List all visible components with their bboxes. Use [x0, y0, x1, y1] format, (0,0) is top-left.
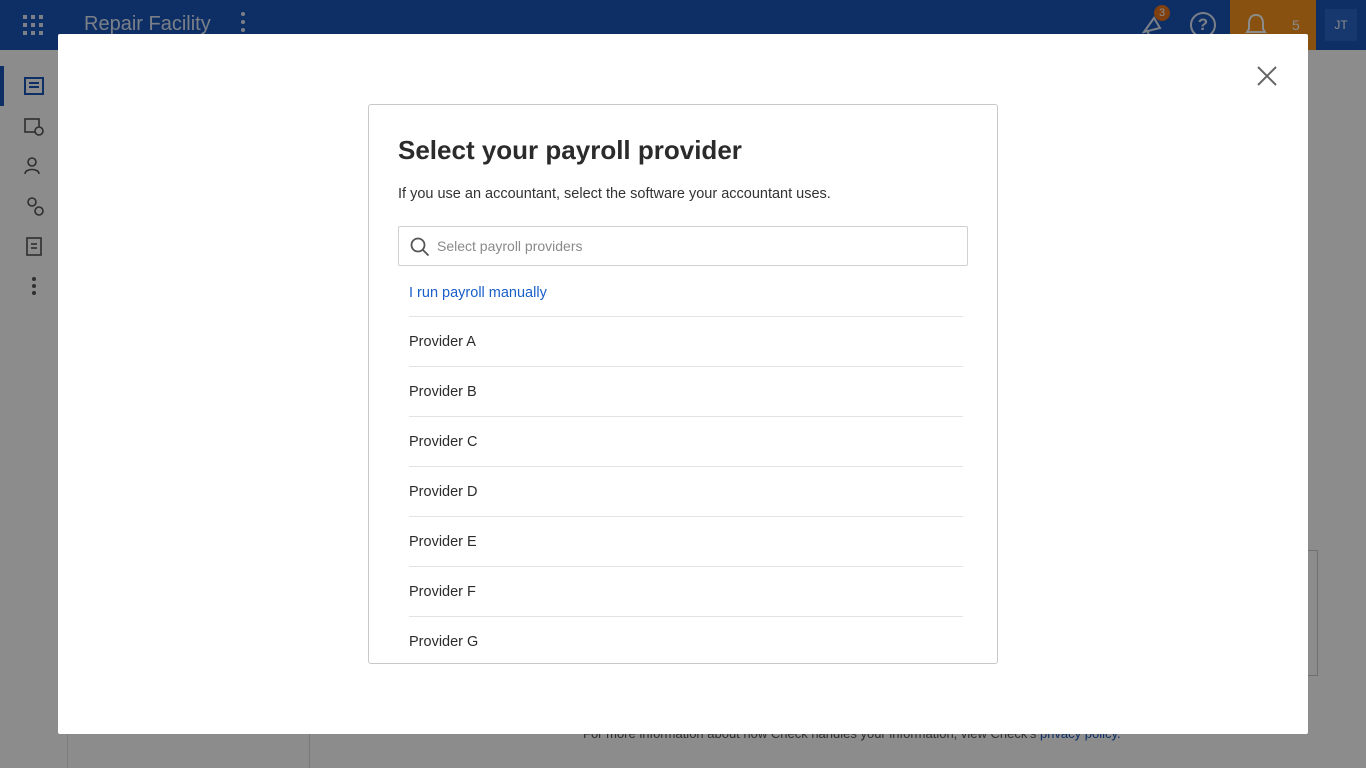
provider-option[interactable]: Provider F [409, 567, 963, 617]
search-box [398, 226, 968, 266]
provider-option[interactable]: Provider A [409, 317, 963, 367]
provider-option[interactable]: Provider D [409, 467, 963, 517]
payroll-provider-modal: Select your payroll provider If you use … [58, 34, 1308, 734]
close-icon[interactable] [1253, 62, 1281, 90]
search-input[interactable] [437, 227, 957, 265]
provider-list: I run payroll manually Provider A Provid… [409, 269, 963, 663]
provider-option[interactable]: Provider B [409, 367, 963, 417]
provider-option[interactable]: Provider G [409, 617, 963, 663]
manual-payroll-option[interactable]: I run payroll manually [409, 269, 963, 317]
page-title: Select your payroll provider [398, 135, 742, 165]
provider-option[interactable]: Provider E [409, 517, 963, 567]
provider-option[interactable]: Provider C [409, 417, 963, 467]
provider-selection-card: Select your payroll provider If you use … [368, 104, 998, 664]
page-subtitle: If you use an accountant, select the sof… [398, 186, 831, 202]
search-icon [410, 237, 430, 257]
